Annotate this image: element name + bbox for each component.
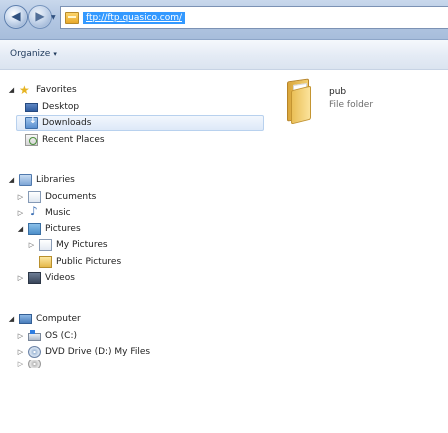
folder-icon [277, 78, 321, 125]
music-icon [28, 204, 41, 219]
command-bar: Organize ▾ [0, 40, 448, 70]
forward-arrow-icon: ▶ [35, 9, 45, 23]
list-item-folder[interactable]: pub File folder [277, 78, 445, 136]
tree-item-dvd-drive-d[interactable]: ▷ DVD Drive (D:) My Files [17, 344, 150, 360]
tree-item-label: DVD Drive (D:) My Files [45, 347, 151, 357]
tree-item-label: Desktop [42, 102, 80, 112]
tree-item-desktop[interactable]: Desktop [25, 99, 79, 115]
star-icon: ★ [19, 83, 30, 97]
collapse-arrow-icon[interactable]: ▷ [17, 274, 24, 282]
tree-item-label: Pictures [45, 224, 81, 234]
collapse-arrow-icon[interactable]: ▷ [17, 348, 24, 356]
my-pictures-icon [39, 239, 52, 251]
expand-arrow-icon[interactable]: ◢ [8, 176, 15, 184]
folder-type: File folder [329, 100, 374, 110]
folder-name: pub [329, 87, 347, 97]
tree-item-recent-places[interactable]: Recent Places [25, 132, 105, 148]
back-button[interactable]: ◀ [4, 5, 28, 29]
pictures-icon [28, 223, 41, 235]
tree-item-drive-c[interactable]: ▷ OS (C:) [17, 328, 77, 344]
forward-button[interactable]: ▶ [28, 5, 52, 29]
tree-item-pictures[interactable]: ◢ Pictures [17, 221, 81, 237]
tree-item-label: Downloads [42, 118, 92, 128]
videos-icon [28, 272, 41, 284]
file-list: pub File folder [270, 71, 448, 433]
tree-item-libraries[interactable]: ◢ Libraries [8, 172, 75, 188]
tree-item-videos[interactable]: ▷ Videos [17, 270, 75, 286]
tree-item-my-pictures[interactable]: ▷ My Pictures [28, 237, 108, 253]
desktop-icon [25, 103, 38, 112]
expand-arrow-icon[interactable]: ◢ [8, 315, 15, 323]
title-bar: ◀ ▶ ▼ ftp://ftp.quasico.com/ [0, 0, 448, 40]
tree-item-label: Music [45, 208, 71, 218]
downloads-icon [25, 116, 38, 129]
tree-item-music[interactable]: ▷ Music [17, 204, 71, 221]
dvd-drive-icon [28, 346, 41, 358]
tree-item-label: Computer [36, 314, 81, 324]
tree-item-label: Videos [45, 273, 75, 283]
tree-item-public-pictures[interactable]: Public Pictures [39, 254, 121, 270]
recent-places-icon [25, 134, 38, 146]
navigation-pane: ◢ ★ Favorites Desktop Downloads Recent P… [0, 71, 270, 433]
collapse-arrow-icon[interactable]: ▷ [28, 241, 35, 249]
tree-item-computer[interactable]: ◢ Computer [8, 311, 81, 327]
tree-item-documents[interactable]: ▷ Documents [17, 189, 96, 205]
address-bar[interactable]: ftp://ftp.quasico.com/ [60, 6, 448, 29]
organize-button[interactable]: Organize ▾ [10, 49, 57, 59]
chevron-down-icon: ▾ [53, 50, 57, 58]
dvd-rw-drive-icon [28, 360, 41, 368]
tree-item-favorites[interactable]: ◢ ★ Favorites [8, 82, 77, 98]
documents-icon [28, 191, 41, 203]
expand-arrow-icon[interactable]: ◢ [17, 225, 24, 233]
tree-item-partial-drive[interactable]: ▷ [17, 360, 41, 368]
expand-arrow-icon[interactable]: ◢ [8, 86, 15, 94]
tree-item-label: Recent Places [42, 135, 105, 145]
libraries-icon [19, 174, 32, 186]
tree-item-downloads[interactable]: Downloads [16, 115, 264, 131]
address-input[interactable]: ftp://ftp.quasico.com/ [83, 11, 185, 24]
tree-item-label: Favorites [36, 85, 77, 95]
collapse-arrow-icon[interactable]: ▷ [17, 332, 24, 340]
collapse-arrow-icon[interactable]: ▷ [17, 209, 24, 217]
computer-icon [19, 314, 32, 324]
hard-drive-icon [28, 330, 41, 341]
tree-item-label: My Pictures [56, 240, 108, 250]
collapse-arrow-icon[interactable]: ▷ [17, 193, 24, 201]
collapse-arrow-icon[interactable]: ▷ [17, 360, 24, 368]
back-arrow-icon: ◀ [11, 9, 21, 23]
tree-item-label: Documents [45, 192, 97, 202]
tree-item-label: Libraries [36, 175, 75, 185]
tree-item-label: OS (C:) [45, 331, 77, 341]
recent-pages-chevron-down-icon[interactable]: ▼ [51, 14, 58, 21]
public-pictures-icon [39, 256, 52, 268]
tree-item-label: Public Pictures [56, 257, 122, 267]
ftp-folder-icon [65, 11, 79, 24]
organize-label: Organize [10, 49, 51, 59]
